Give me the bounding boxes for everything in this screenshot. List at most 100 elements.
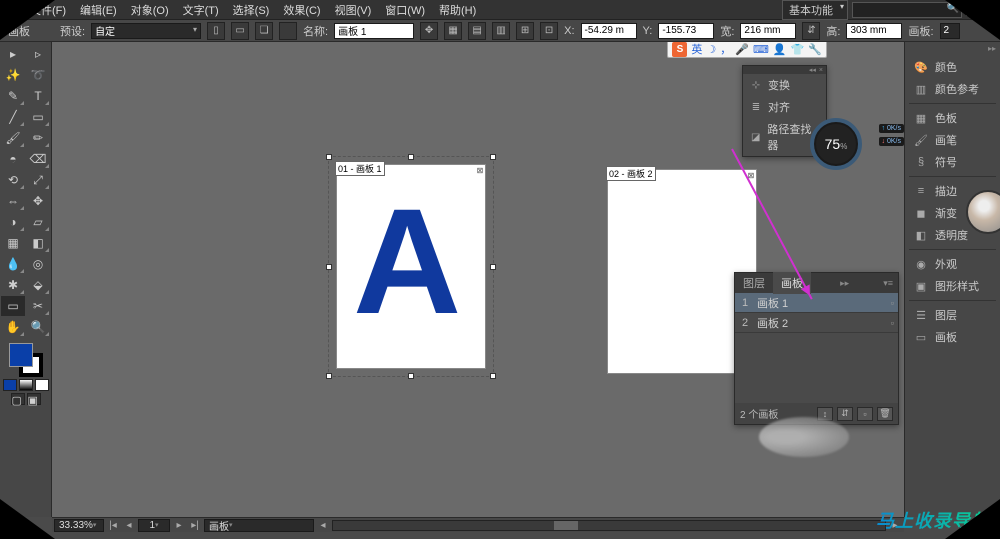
artboard-list-row-1[interactable]: 1 画板 1 ▫ — [735, 293, 898, 313]
nav-first-icon[interactable]: |◂ — [106, 520, 120, 531]
ime-skin-icon[interactable]: 👕 — [791, 43, 805, 56]
artboard-1[interactable]: 01 - 画板 1 ⊠ A — [337, 165, 485, 368]
dock-artboards[interactable]: ▭画板 — [905, 326, 1000, 348]
dock-color[interactable]: 🎨颜色 — [905, 56, 1000, 78]
transform-panel-item[interactable]: ⊹变换 — [743, 74, 826, 96]
artboard-options-icon[interactable]: ▫ — [891, 298, 894, 308]
status-tool-select[interactable]: 画板 — [204, 519, 314, 532]
mesh-tool-icon[interactable]: ▦ — [1, 233, 25, 253]
artboards-panel[interactable]: 图层 画板 ▸▸ ▾≡ 1 画板 1 ▫ 2 画板 2 ▫ 2 个画板 — [734, 272, 899, 425]
shape-builder-tool-icon[interactable]: ◑ — [1, 212, 25, 232]
width-tool-icon[interactable]: ⇔ — [1, 191, 25, 211]
handle-middle-left[interactable] — [326, 264, 332, 270]
move-artwork-icon[interactable]: ✥ — [420, 22, 438, 40]
menu-view[interactable]: 视图(V) — [329, 0, 378, 20]
graph-tool-icon[interactable]: ⬙ — [26, 275, 50, 295]
fill-stroke-swatches[interactable] — [9, 343, 43, 377]
selection-tool-icon[interactable]: ▸ — [1, 44, 25, 64]
pencil-tool-icon[interactable]: ✏ — [26, 128, 50, 148]
blob-brush-tool-icon[interactable]: ◓ — [1, 149, 25, 169]
layers-tab[interactable]: 图层 — [735, 272, 773, 294]
delete-artboard-icon[interactable] — [279, 22, 297, 40]
dock-brushes[interactable]: 🖌画笔 — [905, 129, 1000, 151]
handle-top-center[interactable] — [408, 154, 414, 160]
artboard-list-row-2[interactable]: 2 画板 2 ▫ — [735, 313, 898, 333]
ime-person-icon[interactable]: 👤 — [773, 43, 787, 56]
none-mode-icon[interactable] — [35, 379, 49, 391]
height-input[interactable]: 303 mm — [846, 23, 902, 39]
handle-middle-right[interactable] — [490, 264, 496, 270]
slice-tool-icon[interactable]: ✂ — [26, 296, 50, 316]
line-tool-icon[interactable]: ╱ — [1, 107, 25, 127]
link-wh-icon[interactable]: ⇵ — [802, 22, 820, 40]
perspective-tool-icon[interactable]: ▱ — [26, 212, 50, 232]
menu-edit[interactable]: 编辑(E) — [74, 0, 123, 20]
handle-top-right[interactable] — [490, 154, 496, 160]
menu-type[interactable]: 文字(T) — [177, 0, 225, 20]
rectangle-tool-icon[interactable]: ▭ — [26, 107, 50, 127]
ime-keyboard-icon[interactable]: ⌨ — [753, 43, 769, 56]
rotate-tool-icon[interactable]: ⟲ — [1, 170, 25, 190]
dock-appearance[interactable]: ◉外观 — [905, 253, 1000, 275]
blend-tool-icon[interactable]: ◎ — [26, 254, 50, 274]
color-mode-icon[interactable] — [3, 379, 17, 391]
direct-selection-tool-icon[interactable]: ▹ — [26, 44, 50, 64]
y-input[interactable]: -155.73 — [658, 23, 714, 39]
menu-effect[interactable]: 效果(C) — [277, 0, 326, 20]
panel-menu-icon[interactable]: ▾≡ — [878, 278, 898, 289]
delete-artboard-button-icon[interactable]: 🗑 — [877, 407, 893, 421]
scrollbar-thumb[interactable] — [554, 521, 578, 530]
scroll-left-icon[interactable]: ◂ — [316, 520, 330, 531]
ime-lang-label[interactable]: 英 — [691, 42, 702, 57]
handle-bottom-left[interactable] — [326, 373, 332, 379]
move-down-icon[interactable]: ⇵ — [837, 407, 853, 421]
zoom-tool-icon[interactable]: 🔍 — [26, 317, 50, 337]
zoom-select[interactable]: 33.33% — [54, 519, 104, 532]
nav-last-icon[interactable]: ▸| — [188, 520, 202, 531]
dock-symbols[interactable]: §符号 — [905, 151, 1000, 173]
canvas[interactable]: AB.ai* @ 33.33% (CMYK/预览) × S 英 ☽ ， 🎤 ⌨ … — [52, 42, 904, 517]
align-panel-item[interactable]: ≣对齐 — [743, 96, 826, 118]
gradient-tool-icon[interactable]: ◧ — [26, 233, 50, 253]
menu-select[interactable]: 选择(S) — [227, 0, 276, 20]
preset-select[interactable]: 自定 — [91, 23, 201, 39]
x-input[interactable]: -54.29 m — [581, 23, 637, 39]
dock-swatches[interactable]: ▦色板 — [905, 107, 1000, 129]
artboard-name-input[interactable]: 画板 1 — [334, 23, 414, 39]
magic-wand-tool-icon[interactable]: ✨ — [1, 65, 25, 85]
menu-object[interactable]: 对象(O) — [125, 0, 175, 20]
width-input[interactable]: 216 mm — [740, 23, 796, 39]
panel-collapse-icon[interactable]: ◂◂ — [809, 66, 816, 74]
ime-settings-icon[interactable]: 🔧 — [808, 43, 822, 56]
free-transform-tool-icon[interactable]: ✥ — [26, 191, 50, 211]
page-select[interactable]: 1 — [138, 519, 170, 532]
panel-prev-icon[interactable]: ▸▸ — [835, 278, 854, 289]
gradient-mode-icon[interactable] — [19, 379, 33, 391]
reference-point-icon[interactable]: ⊡ — [540, 22, 558, 40]
nav-prev-icon[interactable]: ◂ — [122, 520, 136, 531]
dock-collapse-icon[interactable]: ▸▸ — [905, 44, 1000, 56]
handle-bottom-center[interactable] — [408, 373, 414, 379]
panel-close-icon[interactable]: × — [819, 67, 823, 74]
dock-layers[interactable]: ☰图层 — [905, 304, 1000, 326]
grid-option4-icon[interactable]: ⊞ — [516, 22, 534, 40]
pen-tool-icon[interactable]: ✎ — [1, 86, 25, 106]
symbol-sprayer-tool-icon[interactable]: ✱ — [1, 275, 25, 295]
artboard-1-close-icon[interactable]: ⊠ — [475, 165, 485, 175]
dock-color-guide[interactable]: ▥颜色参考 — [905, 78, 1000, 100]
horizontal-scrollbar[interactable] — [332, 520, 886, 531]
grid-option3-icon[interactable]: ▥ — [492, 22, 510, 40]
ime-toolbar[interactable]: S 英 ☽ ， 🎤 ⌨ 👤 👕 🔧 — [667, 42, 827, 58]
menu-help[interactable]: 帮助(H) — [433, 0, 482, 20]
artboard-tool-icon[interactable]: ▭ — [1, 296, 25, 316]
hand-tool-icon[interactable]: ✋ — [1, 317, 25, 337]
type-tool-icon[interactable]: T — [26, 86, 50, 106]
new-artboard-button-icon[interactable]: ▫ — [857, 407, 873, 421]
orientation-portrait-icon[interactable]: ▯ — [207, 22, 225, 40]
artboard-options-icon[interactable]: ▫ — [891, 318, 894, 328]
grid-option-icon[interactable]: ▦ — [444, 22, 462, 40]
brush-tool-icon[interactable]: 🖌 — [1, 128, 25, 148]
handle-bottom-right[interactable] — [490, 373, 496, 379]
dock-graphic-styles[interactable]: ▣图形样式 — [905, 275, 1000, 297]
menu-window[interactable]: 窗口(W) — [379, 0, 431, 20]
